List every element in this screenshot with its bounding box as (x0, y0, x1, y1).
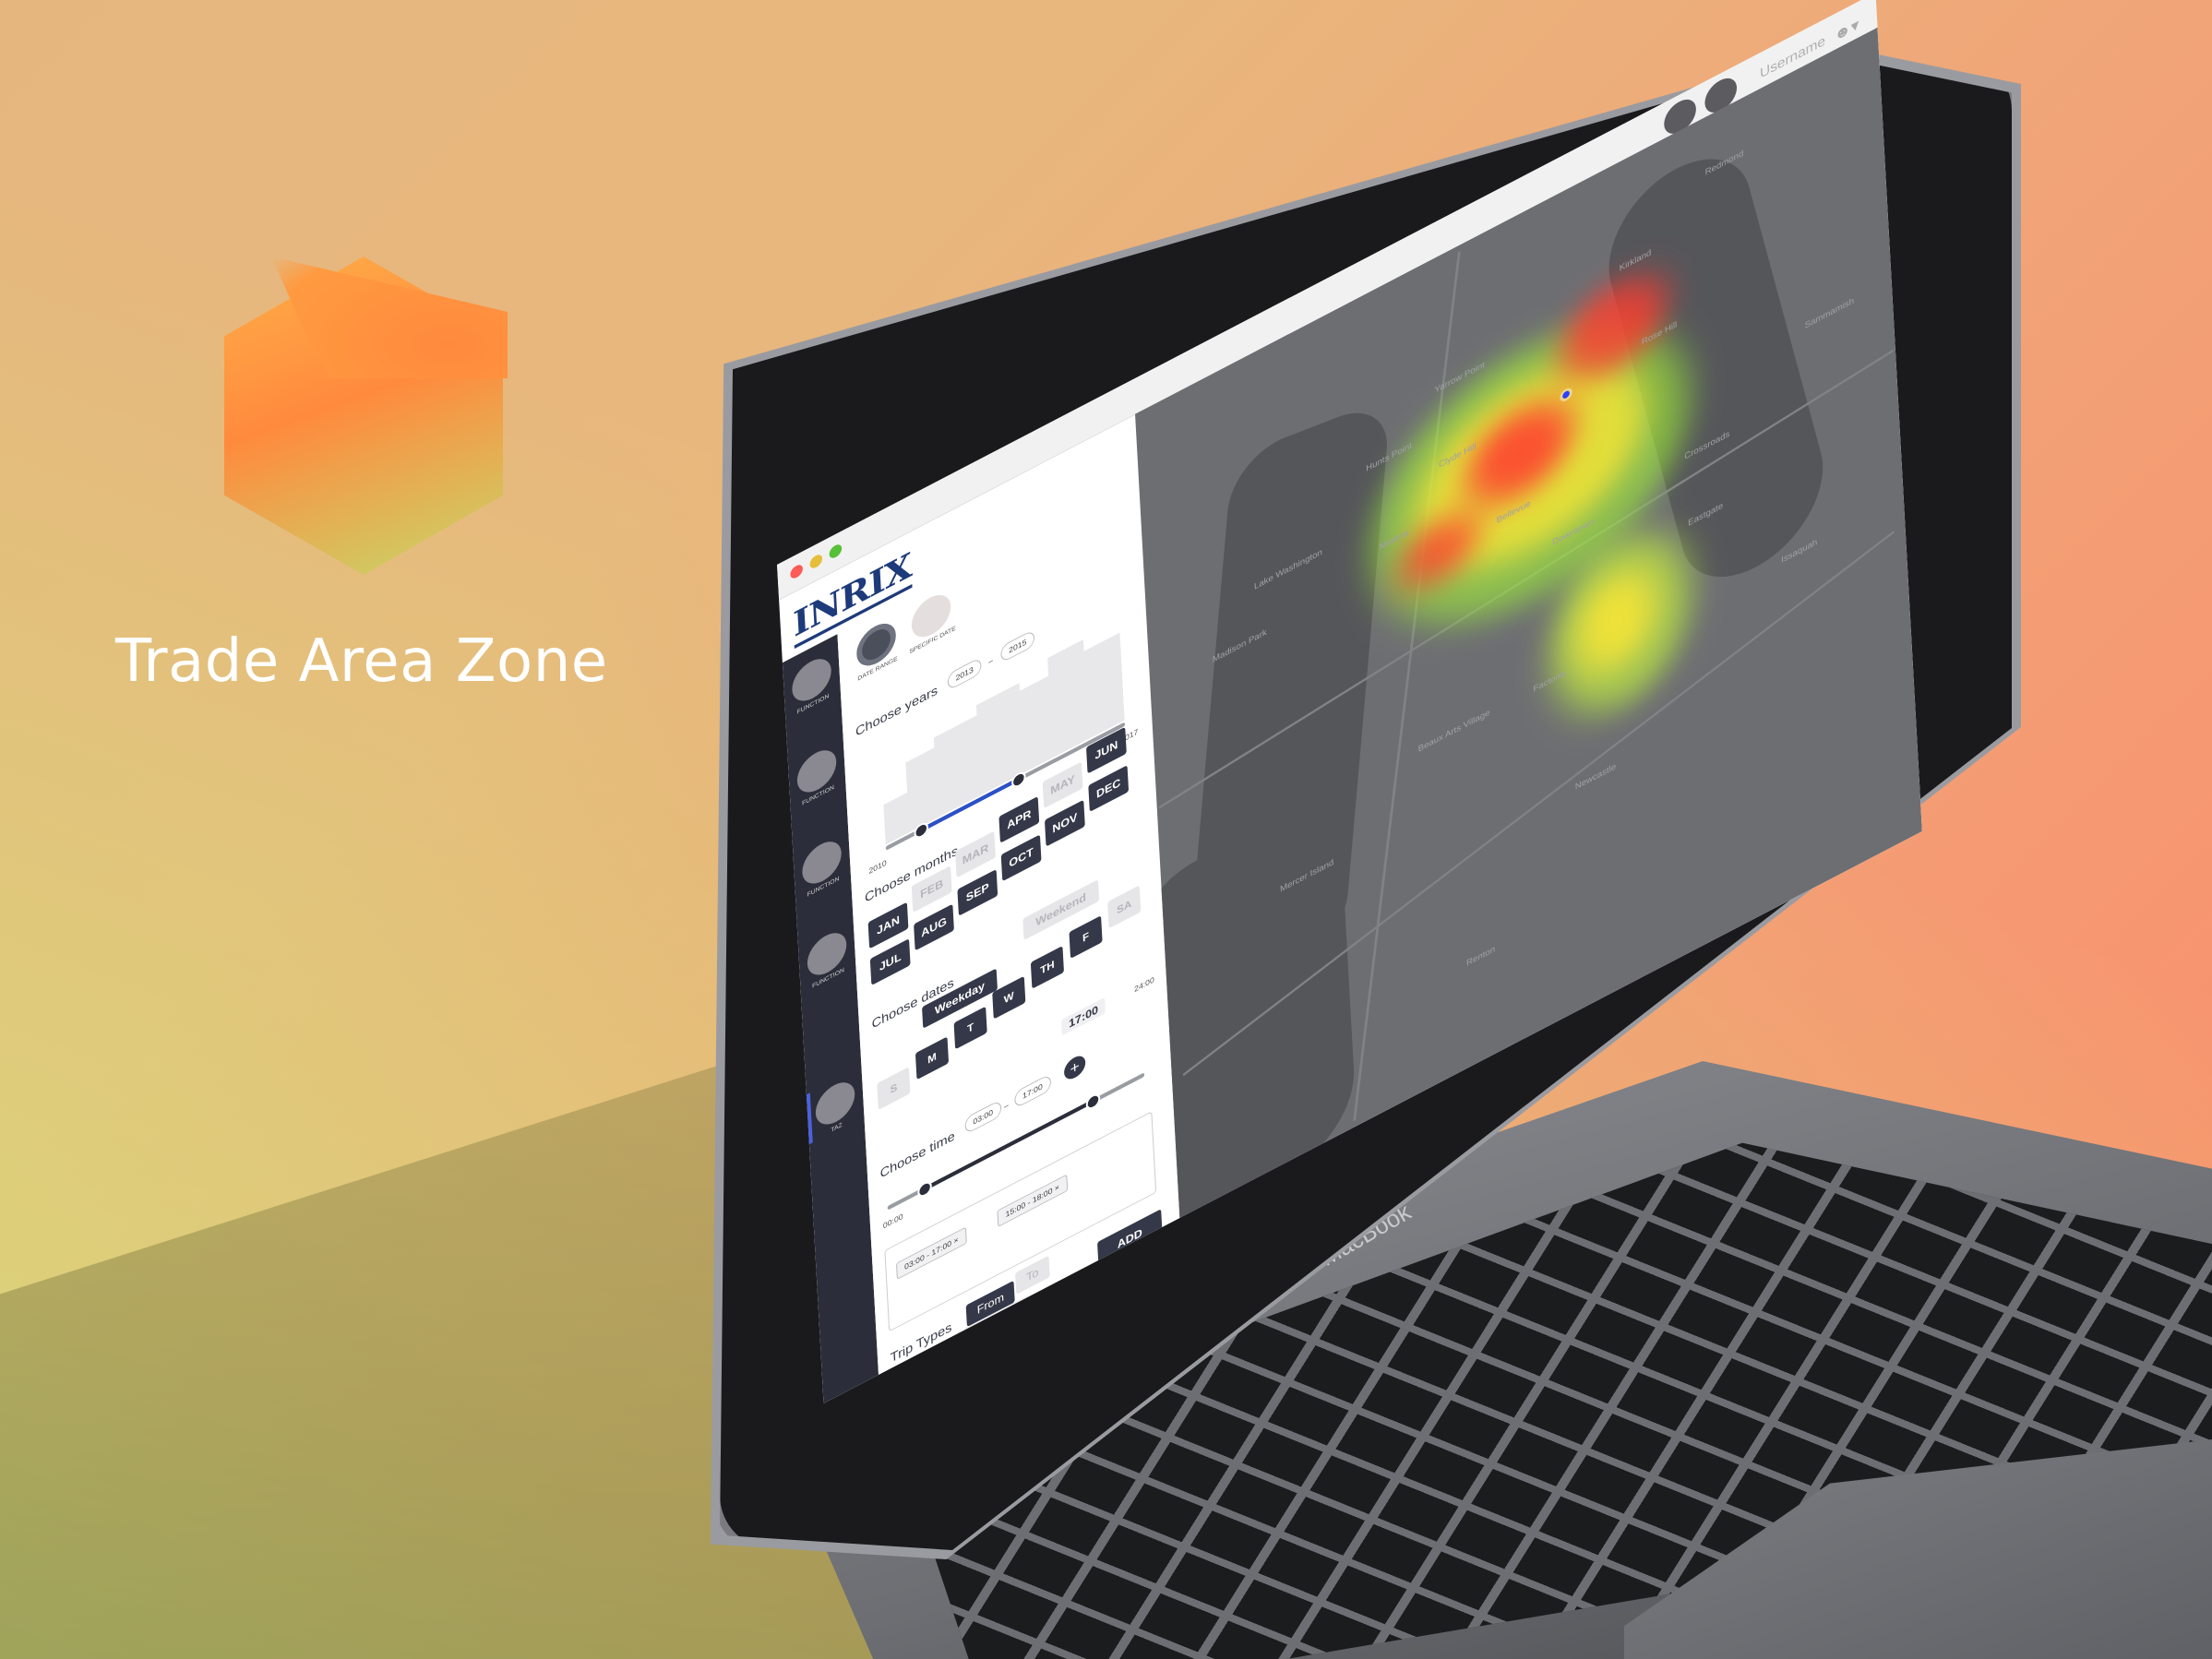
time-title: Choose time (879, 1128, 956, 1182)
time-separator: – (1003, 1100, 1010, 1112)
month-dec[interactable]: DEC (1088, 765, 1130, 812)
month-sep[interactable]: SEP (957, 869, 998, 916)
brand-title: Trade Area Zone (115, 627, 608, 696)
time-to-field[interactable]: 17:00 (1013, 1073, 1051, 1109)
year-from-field[interactable]: 2013 (947, 656, 982, 691)
day-wednesday[interactable]: W (992, 975, 1026, 1020)
day-friday[interactable]: F (1069, 915, 1103, 959)
month-aug[interactable]: AUG (914, 903, 954, 951)
day-thursday[interactable]: TH (1030, 946, 1064, 989)
year-separator: – (987, 655, 994, 667)
map-place-label: Sammamish (1804, 296, 1855, 331)
map-place-label: Renton (1465, 944, 1496, 969)
time-slider-handle-end[interactable] (1085, 1091, 1101, 1113)
remove-range-icon[interactable]: × (1055, 1183, 1060, 1194)
time-min-label: 00:00 (882, 1211, 903, 1231)
add-time-range-icon[interactable]: + (1063, 1052, 1086, 1083)
month-nov[interactable]: NOV (1044, 799, 1085, 847)
month-oct[interactable]: OCT (1000, 834, 1042, 882)
maximize-window-button[interactable] (829, 542, 843, 561)
day-tuesday[interactable]: T (953, 1006, 987, 1050)
month-mar[interactable]: MAR (955, 830, 996, 878)
map-place-label: Beaux Arts Village (1417, 708, 1490, 755)
month-jul[interactable]: JUL (869, 938, 911, 985)
year-to-field[interactable]: 2015 (1000, 628, 1035, 663)
time-slider-handle-start[interactable] (917, 1178, 933, 1200)
time-current-value: 17:00 (1060, 997, 1106, 1036)
time-from-field[interactable]: 03:00 (964, 1099, 1002, 1135)
minimize-window-button[interactable] (809, 552, 823, 571)
map-place-label: Newcastle (1574, 761, 1617, 793)
filter-panel: DATE RANGE SPECIFIC DATE Choose years 20… (837, 477, 1180, 1375)
day-monday[interactable]: M (915, 1036, 950, 1080)
month-may[interactable]: MAY (1042, 761, 1083, 809)
day-saturday[interactable]: SA (1107, 885, 1142, 929)
remove-range-icon[interactable]: × (953, 1235, 959, 1247)
time-max-label: 24:00 (1133, 974, 1154, 994)
month-apr[interactable]: APR (998, 796, 1040, 843)
years-title: Choose years (855, 683, 939, 740)
day-sunday[interactable]: S (877, 1067, 911, 1110)
close-window-button[interactable] (790, 562, 804, 581)
years-min-label: 2010 (868, 857, 887, 876)
